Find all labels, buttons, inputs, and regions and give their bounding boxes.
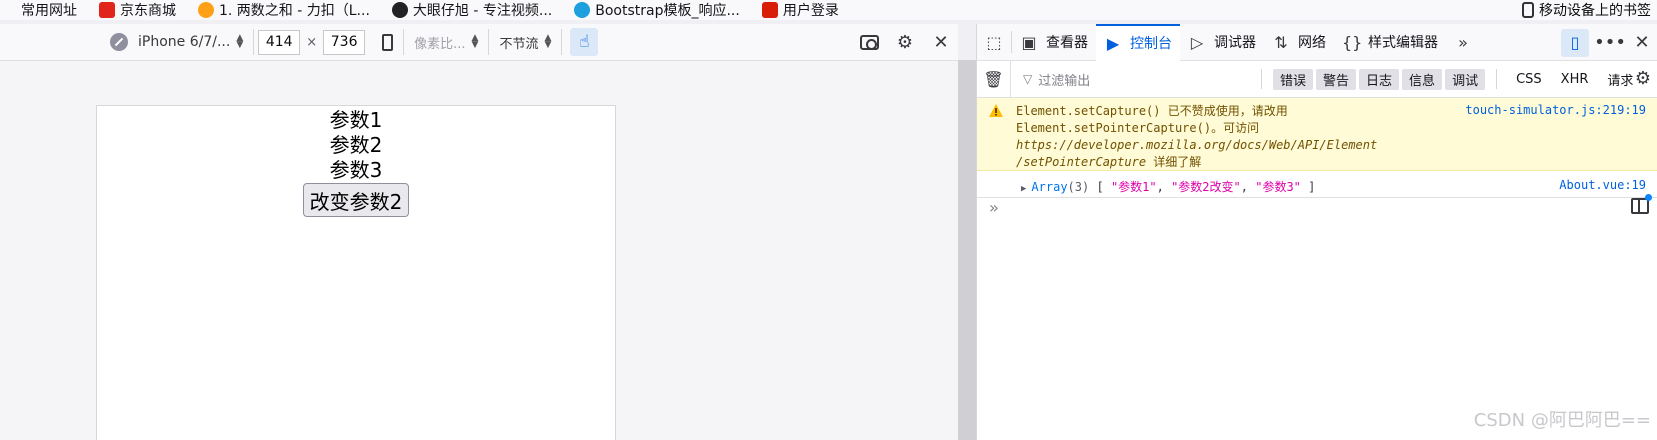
- filter-warnings-button[interactable]: 警告: [1316, 68, 1357, 90]
- bookmark-bootstrap[interactable]: Bootstrap模板_响应...: [574, 0, 740, 20]
- inspector-icon: ▣: [1021, 32, 1037, 52]
- device-selector[interactable]: iPhone 6/7/... ▲ ▼: [104, 28, 249, 56]
- more-dots-icon: •••: [1594, 32, 1626, 53]
- chevron-double-right-icon: »: [1458, 32, 1468, 52]
- times-sign: ×: [306, 34, 318, 50]
- learn-more-link[interactable]: https://developer.mozilla.org/docs/Web/A…: [1016, 138, 1377, 152]
- rotate-viewport-button[interactable]: [375, 28, 399, 56]
- device-viewport: 参数1 参数2 参数3 改变参数2: [96, 105, 616, 440]
- bookmark-leetcode[interactable]: 1. 两数之和 - 力扣（L...: [198, 0, 370, 20]
- close-rdm-button[interactable]: ✕: [930, 28, 952, 56]
- clear-console-button[interactable]: 🗑: [977, 61, 1011, 97]
- jd-icon: [99, 2, 115, 18]
- hand-pointer-icon: ☝: [579, 32, 590, 52]
- tab-console[interactable]: ▶ 控制台: [1096, 23, 1180, 61]
- bookmark-dayanzai[interactable]: 大眼仔旭 - 专注视频...: [391, 0, 552, 20]
- viewport-height-input[interactable]: 736: [323, 29, 366, 55]
- divider: [1261, 69, 1262, 89]
- warning-text: Element.setCapture() 已不赞成使用，请改用 Element.…: [1016, 104, 1378, 169]
- eye-icon: [391, 2, 408, 18]
- network-icon: ⇅: [1274, 32, 1288, 52]
- param-text-1: 参数1: [329, 108, 383, 132]
- bookmarks-bar: 常用网址 京东商城 1. 两数之和 - 力扣（L... 大眼仔旭 - 专注视频.…: [0, 0, 1657, 20]
- bookmark-login[interactable]: 用户登录: [761, 0, 839, 20]
- viewport-width-input[interactable]: 414: [258, 29, 301, 55]
- divider: [561, 29, 563, 55]
- divider: [253, 29, 255, 55]
- bookmark-folder-common[interactable]: 常用网址: [0, 0, 77, 20]
- tab-inspector[interactable]: ▣ 查看器: [1012, 24, 1096, 61]
- rdm-settings-button[interactable]: ⚙: [894, 28, 916, 56]
- dock-side-icon: ▯: [1570, 33, 1580, 52]
- rdm-toolbar: iPhone 6/7/... ▲ ▼ 414 × 736 像素比... ▲ ▼ 不节流…: [0, 24, 958, 61]
- gear-icon: ⚙: [896, 31, 914, 53]
- expand-triangle-icon[interactable]: ▶: [1021, 184, 1026, 194]
- close-icon: ✕: [933, 31, 949, 53]
- dpr-selector[interactable]: 像素比... ▲ ▼: [408, 28, 484, 56]
- param-text-3: 参数3: [329, 158, 383, 182]
- divider: [403, 29, 405, 55]
- array-log-entry[interactable]: ▶ Array(3) [ "参数1", "参数2改变", "参数3" ]: [1021, 178, 1315, 195]
- picker-icon: ⬚: [986, 32, 1002, 52]
- select-arrows-icon: ▲ ▼: [236, 33, 244, 50]
- filter-info-button[interactable]: 信息: [1402, 68, 1443, 90]
- responsive-design-mode: iPhone 6/7/... ▲ ▼ 414 × 736 像素比... ▲ ▼ 不节流…: [0, 24, 958, 440]
- debugger-icon: ▷: [1190, 32, 1204, 52]
- tab-style-editor[interactable]: {} 样式编辑器: [1334, 24, 1446, 61]
- touch-simulation-button[interactable]: ☝: [570, 28, 599, 56]
- log-level-filters: 错误 警告 日志 信息 调试 CSS XHR 请求: [1253, 61, 1641, 97]
- leetcode-icon: [198, 2, 214, 18]
- tab-debugger[interactable]: ▷ 调试器: [1180, 24, 1264, 61]
- close-devtools-button[interactable]: ✕: [1631, 29, 1653, 57]
- console-warning-message: Element.setCapture() 已不赞成使用，请改用 Element.…: [977, 98, 1657, 171]
- camera-icon: [859, 34, 879, 50]
- style-editor-icon: {}: [1342, 32, 1363, 52]
- device-icon: [110, 33, 128, 51]
- divider: [1496, 69, 1498, 89]
- csdn-watermark: CSDN @阿巴阿巴==: [1473, 410, 1651, 431]
- mobile-bookmarks[interactable]: 移动设备上的书签: [1522, 0, 1657, 20]
- dock-toggle-button[interactable]: ▯: [1561, 28, 1589, 57]
- change-param2-button[interactable]: 改变参数2: [302, 183, 410, 217]
- rotate-icon: [381, 33, 393, 51]
- warning-icon: [989, 104, 1003, 117]
- devtools-menu-button[interactable]: •••: [1594, 29, 1626, 57]
- divider: [488, 29, 490, 55]
- select-arrows-icon: ▲ ▼: [471, 33, 479, 50]
- sidebar-toggle-button[interactable]: [1631, 194, 1652, 214]
- devtools-tabbar: ⬚ ▣ 查看器 ▶ 控制台 ▷ 调试器 ⇅ 网络 {} 样式编辑器 » ▯ ••• ✕: [977, 23, 1657, 61]
- filter-errors-button[interactable]: 错误: [1273, 68, 1314, 90]
- element-picker-button[interactable]: ⬚: [977, 24, 1011, 61]
- console-settings-button[interactable]: ⚙: [1635, 68, 1651, 89]
- filter-icon: ▽: [1023, 72, 1033, 86]
- bookmark-jd[interactable]: 京东商城: [99, 0, 176, 20]
- log-source-link[interactable]: About.vue:19: [1559, 178, 1646, 192]
- filter-xhr-button[interactable]: XHR: [1553, 72, 1597, 87]
- folder-icon: [0, 2, 16, 18]
- bootstrap-icon: [574, 2, 591, 18]
- gear-icon: ⚙: [1634, 68, 1651, 89]
- console-log-message: ▶ Array(3) [ "参数1", "参数2改变", "参数3" ] Abou…: [977, 172, 1657, 198]
- warning-source-link[interactable]: touch-simulator.js:219:19: [1465, 103, 1646, 117]
- login-icon: [761, 2, 778, 18]
- mobile-icon: [1522, 2, 1534, 18]
- screenshot-button[interactable]: [858, 28, 880, 56]
- select-arrows-icon: ▲ ▼: [544, 33, 552, 50]
- trash-icon: 🗑: [983, 69, 1004, 89]
- close-icon: ✕: [1634, 32, 1650, 53]
- throttle-selector[interactable]: 不节流 ▲ ▼: [493, 28, 557, 56]
- filter-debug-button[interactable]: 调试: [1445, 68, 1486, 90]
- filter-output-input[interactable]: ▽ 过滤输出: [1011, 70, 1226, 89]
- tab-network[interactable]: ⇅ 网络: [1264, 24, 1334, 61]
- console-filter-bar: 🗑 ▽ 过滤输出 错误 警告 日志 信息 调试 CSS XHR 请求 ⚙: [977, 61, 1657, 98]
- devtools-panel: ⬚ ▣ 查看器 ▶ 控制台 ▷ 调试器 ⇅ 网络 {} 样式编辑器 » ▯ ••• ✕ 🗑…: [976, 23, 1657, 440]
- console-input-prompt[interactable]: »: [989, 198, 999, 217]
- param-text-2: 参数2: [329, 133, 383, 157]
- rdm-scrollbar[interactable]: [958, 60, 976, 440]
- filter-logs-button[interactable]: 日志: [1359, 68, 1400, 90]
- learn-more-link-cont[interactable]: /setPointerCapture: [1016, 155, 1146, 169]
- console-icon: ▶: [1106, 33, 1120, 53]
- filter-css-button[interactable]: CSS: [1508, 72, 1550, 87]
- more-tabs-button[interactable]: »: [1446, 24, 1488, 61]
